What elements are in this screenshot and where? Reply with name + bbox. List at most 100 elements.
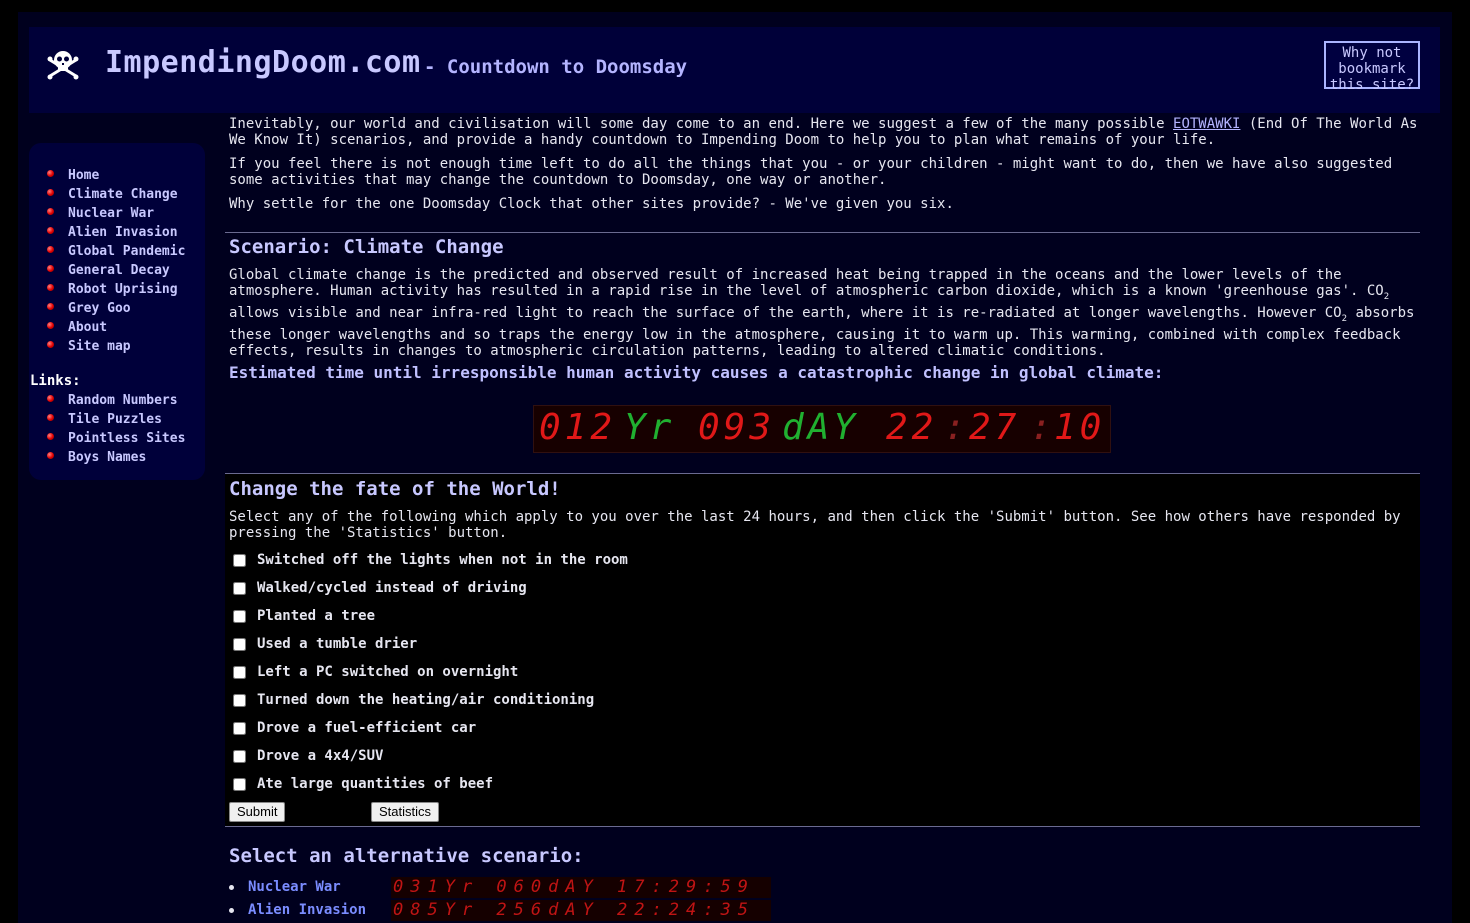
fate-option-checkbox[interactable] xyxy=(233,777,246,791)
sidebar-item-label: Nuclear War xyxy=(68,206,155,221)
sidebar-item-about[interactable]: About xyxy=(47,318,107,337)
fate-option-label: Ate large quantities of beef xyxy=(257,776,494,792)
scenario-description: Global climate change is the predicted a… xyxy=(229,267,1415,359)
intro-paragraph-2: If you feel there is not enough time lef… xyxy=(229,156,1393,188)
sidebar-item-boys-names[interactable]: Boys Names xyxy=(47,448,146,467)
sidebar-item-nuclear-war[interactable]: Nuclear War xyxy=(47,204,154,223)
sidebar-item-label: Site map xyxy=(68,339,131,354)
fate-option-checkbox[interactable] xyxy=(233,637,246,651)
fate-option-checkbox[interactable] xyxy=(233,581,246,595)
fate-heading: Change the fate of the World! xyxy=(229,478,561,500)
fate-option[interactable]: Used a tumble drier xyxy=(233,636,417,652)
sidebar-item-random-numbers[interactable]: Random Numbers xyxy=(47,391,178,410)
bullet-icon xyxy=(229,884,234,890)
statistics-button[interactable]: Statistics xyxy=(371,802,440,822)
fate-option[interactable]: Walked/cycled instead of driving xyxy=(233,580,527,596)
alternative-scenario-name: Nuclear War xyxy=(248,879,341,895)
fate-instructions: Select any of the following which apply … xyxy=(229,509,1401,541)
sidebar-item-pointless-sites[interactable]: Pointless Sites xyxy=(47,429,185,448)
site-subtitle: - Countdown to Doomsday xyxy=(424,56,688,78)
sidebar-item-global-pandemic[interactable]: Global Pandemic xyxy=(47,242,185,261)
bullet-icon xyxy=(47,208,54,215)
divider xyxy=(225,232,1420,233)
fate-option[interactable]: Left a PC switched on overnight xyxy=(233,664,518,680)
sidebar-item-label: Random Numbers xyxy=(68,393,178,408)
eotwawki-link[interactable]: EOTWAWKI xyxy=(1173,116,1240,132)
fate-form: Change the fate of the World! Select any… xyxy=(225,473,1420,826)
bullet-icon xyxy=(47,170,54,177)
sidebar-item-label: Grey Goo xyxy=(68,301,131,316)
bullet-icon xyxy=(47,284,54,291)
site-title[interactable]: ImpendingDoom.com xyxy=(105,45,421,80)
fate-option-checkbox[interactable] xyxy=(233,749,246,763)
countdown-hours: 22 xyxy=(886,407,938,448)
bullet-icon xyxy=(47,341,54,348)
sidebar-item-grey-goo[interactable]: Grey Goo xyxy=(47,299,131,318)
sidebar-item-label: Climate Change xyxy=(68,187,178,202)
fate-option-label: Left a PC switched on overnight xyxy=(257,664,519,680)
alternative-countdown-text: 031Yr 060dAY 17:29:59 xyxy=(393,877,755,897)
countdown-days: 093 xyxy=(698,407,776,448)
sidebar-item-label: General Decay xyxy=(68,263,170,278)
bullet-icon xyxy=(47,395,54,402)
fate-option[interactable]: Turned down the heating/air conditioning xyxy=(233,692,594,708)
intro-paragraph-1: Inevitably, our world and civilisation w… xyxy=(229,116,1418,148)
countdown-minutes: 27 xyxy=(969,407,1021,448)
fate-option[interactable]: Ate large quantities of beef xyxy=(233,776,493,792)
alternatives-heading: Select an alternative scenario: xyxy=(229,845,584,867)
alternative-scenario-link[interactable]: Alien Invasion xyxy=(229,902,366,918)
fate-option[interactable]: Planted a tree xyxy=(233,608,375,624)
skull-crossbones-icon xyxy=(47,51,79,80)
alternative-countdown-text: 085Yr 256dAY 22:24:35 xyxy=(393,900,755,920)
sidebar-item-label: Alien Invasion xyxy=(68,225,178,240)
sidebar-item-label: Tile Puzzles xyxy=(68,412,162,427)
divider xyxy=(225,473,1420,474)
fate-option-checkbox[interactable] xyxy=(233,553,246,567)
intro-paragraph-3: Why settle for the one Doomsday Clock th… xyxy=(229,196,954,212)
fate-option[interactable]: Drove a fuel-efficient car xyxy=(233,720,476,736)
fate-option-label: Walked/cycled instead of driving xyxy=(257,580,527,596)
fate-option-checkbox[interactable] xyxy=(233,721,246,735)
submit-button[interactable]: Submit xyxy=(229,802,286,822)
fate-option[interactable]: Switched off the lights when not in the … xyxy=(233,552,628,568)
sidebar-item-tile-puzzles[interactable]: Tile Puzzles xyxy=(47,410,162,429)
sidebar-item-label: About xyxy=(68,320,108,335)
sidebar-item-label: Robot Uprising xyxy=(68,282,178,297)
bullet-icon xyxy=(47,227,54,234)
sidebar-item-label: Pointless Sites xyxy=(68,431,186,446)
bullet-icon xyxy=(47,246,54,253)
alternative-countdown-clock: 031Yr 060dAY 17:29:59 xyxy=(391,877,771,898)
fate-option-label: Switched off the lights when not in the … xyxy=(257,552,628,568)
countdown-seconds: 10 xyxy=(1054,407,1106,448)
fate-option-label: Turned down the heating/air conditioning xyxy=(257,692,595,708)
alternative-scenario-link[interactable]: Nuclear War xyxy=(229,879,341,895)
bullet-icon xyxy=(47,322,54,329)
bullet-icon xyxy=(47,303,54,310)
bullet-icon xyxy=(47,189,54,196)
alternative-countdown-clock: 085Yr 256dAY 22:24:35 xyxy=(391,900,771,921)
sidebar-item-site-map[interactable]: Site map xyxy=(47,337,131,356)
bullet-icon xyxy=(47,452,54,459)
fate-option-checkbox[interactable] xyxy=(233,693,246,707)
sidebar-item-robot-uprising[interactable]: Robot Uprising xyxy=(47,280,178,299)
sidebar-item-home[interactable]: Home xyxy=(47,166,99,185)
countdown-days-label: dAY xyxy=(782,407,860,448)
sidebar-item-climate-change[interactable]: Climate Change xyxy=(47,185,178,204)
fate-option-checkbox[interactable] xyxy=(233,665,246,679)
links-label: Links: xyxy=(30,373,81,389)
fate-option-label: Used a tumble drier xyxy=(257,636,418,652)
fate-option-checkbox[interactable] xyxy=(233,609,246,623)
bullet-icon xyxy=(47,414,54,421)
fate-option[interactable]: Drove a 4x4/SUV xyxy=(233,748,383,764)
bookmark-button[interactable]: Why not bookmark this site? xyxy=(1324,41,1420,93)
sidebar-item-label: Boys Names xyxy=(68,450,147,465)
countdown-years-label: Yr xyxy=(624,407,676,448)
scenario-heading: Scenario: Climate Change xyxy=(229,236,504,258)
climate-countdown-clock: 012 Yr 093 dAY 22 : 27 : 10 xyxy=(533,405,1111,453)
sidebar-item-label: Global Pandemic xyxy=(68,244,186,259)
sidebar-item-alien-invasion[interactable]: Alien Invasion xyxy=(47,223,178,242)
sidebar-item-general-decay[interactable]: General Decay xyxy=(47,261,170,280)
divider xyxy=(225,826,1420,827)
countdown-colon: : xyxy=(944,407,970,448)
alternative-scenario-name: Alien Invasion xyxy=(248,902,367,918)
